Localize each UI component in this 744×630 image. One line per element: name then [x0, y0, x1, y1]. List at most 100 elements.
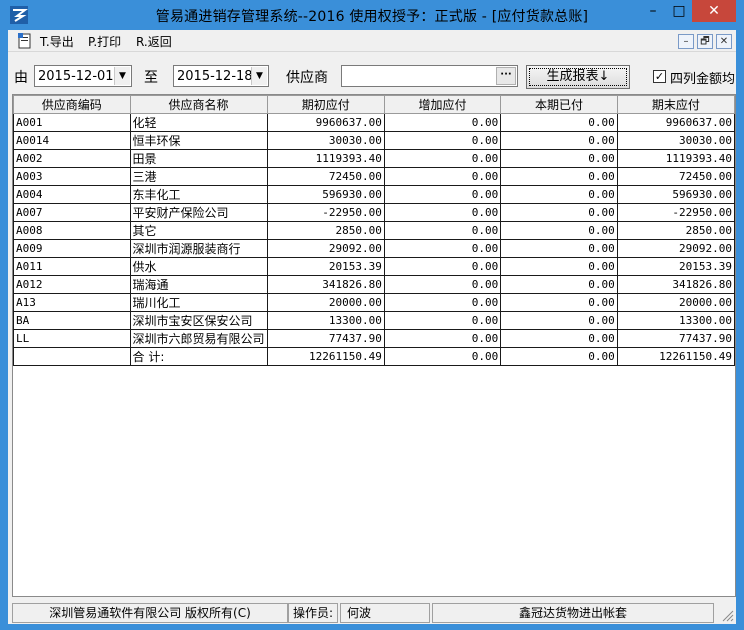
total-paid[interactable]: 0.00	[500, 347, 618, 366]
total-added-payable[interactable]: 0.00	[383, 347, 502, 366]
cell-closing-payable[interactable]: 13300.00	[616, 311, 735, 330]
cell-closing-payable[interactable]: 30030.00	[616, 131, 735, 150]
cell-supplier-name[interactable]: 深圳市六郎贸易有限公司	[129, 329, 268, 348]
cell-closing-payable[interactable]: 9960637.00	[616, 113, 735, 132]
cell-supplier-name[interactable]: 瑞川化工	[129, 293, 268, 312]
cell-closing-payable[interactable]: 29092.00	[616, 239, 735, 258]
cell-added-payable[interactable]: 0.00	[383, 239, 502, 258]
cell-added-payable[interactable]: 0.00	[383, 203, 502, 222]
table-row[interactable]: A008 其它 2850.00 0.00 0.00 2850.00	[13, 221, 735, 240]
cell-opening-payable[interactable]: 1119393.40	[266, 149, 385, 168]
cell-supplier-name[interactable]: 平安财产保险公司	[129, 203, 268, 222]
cell-paid[interactable]: 0.00	[500, 239, 618, 258]
cell-supplier-name[interactable]: 田景	[129, 149, 268, 168]
cell-added-payable[interactable]: 0.00	[383, 275, 502, 294]
cell-closing-payable[interactable]: -22950.00	[616, 203, 735, 222]
supplier-input[interactable]: ···	[341, 65, 518, 87]
column-header-supplier-name[interactable]: 供应商名称	[129, 95, 268, 114]
cell-supplier-code[interactable]: BA	[13, 311, 131, 330]
mdi-close-button[interactable]: ✕	[716, 34, 732, 49]
cell-added-payable[interactable]: 0.00	[383, 329, 502, 348]
cell-paid[interactable]: 0.00	[500, 257, 618, 276]
cell-paid[interactable]: 0.00	[500, 329, 618, 348]
cell-added-payable[interactable]: 0.00	[383, 311, 502, 330]
cell-supplier-code[interactable]: A012	[13, 275, 131, 294]
cell-supplier-name[interactable]: 三港	[129, 167, 268, 186]
column-header-paid[interactable]: 本期已付	[500, 95, 618, 114]
cell-paid[interactable]: 0.00	[500, 311, 618, 330]
cell-closing-payable[interactable]: 72450.00	[616, 167, 735, 186]
cell-opening-payable[interactable]: 20000.00	[266, 293, 385, 312]
column-header-added-payable[interactable]: 增加应付	[383, 95, 502, 114]
cell-supplier-code[interactable]: A008	[13, 221, 131, 240]
cell-opening-payable[interactable]: -22950.00	[266, 203, 385, 222]
cell-opening-payable[interactable]: 2850.00	[266, 221, 385, 240]
resize-grip-icon[interactable]	[720, 608, 734, 622]
cell-opening-payable[interactable]: 9960637.00	[266, 113, 385, 132]
cell-supplier-code[interactable]: A13	[13, 293, 131, 312]
to-date-combo[interactable]: 2015-12-18 ▼	[173, 65, 269, 87]
cell-closing-payable[interactable]: 2850.00	[616, 221, 735, 240]
cell-opening-payable[interactable]: 596930.00	[266, 185, 385, 204]
cell-supplier-name[interactable]: 瑞海通	[129, 275, 268, 294]
cell-supplier-code[interactable]: A004	[13, 185, 131, 204]
cell-paid[interactable]: 0.00	[500, 203, 618, 222]
column-header-supplier-code[interactable]: 供应商编码	[13, 95, 131, 114]
chevron-down-icon[interactable]: ▼	[251, 67, 267, 85]
table-row[interactable]: LL 深圳市六郎贸易有限公司 77437.90 0.00 0.00 77437.90	[13, 329, 735, 348]
cell-paid[interactable]: 0.00	[500, 221, 618, 240]
cell-supplier-code[interactable]: A011	[13, 257, 131, 276]
four-columns-checkbox[interactable]: ✓	[653, 70, 666, 83]
mdi-minimize-button[interactable]: –	[678, 34, 694, 49]
cell-added-payable[interactable]: 0.00	[383, 293, 502, 312]
table-row[interactable]: A009 深圳市润源服装商行 29092.00 0.00 0.00 29092.00	[13, 239, 735, 258]
cell-supplier-name[interactable]: 东丰化工	[129, 185, 268, 204]
cell-supplier-name[interactable]: 恒丰环保	[129, 131, 268, 150]
cell-added-payable[interactable]: 0.00	[383, 131, 502, 150]
cell-supplier-name[interactable]: 其它	[129, 221, 268, 240]
from-date-combo[interactable]: 2015-12-01 ▼	[34, 65, 132, 87]
cell-supplier-code[interactable]: A007	[13, 203, 131, 222]
column-header-opening-payable[interactable]: 期初应付	[266, 95, 385, 114]
cell-supplier-name[interactable]: 化轻	[129, 113, 268, 132]
cell-supplier-name[interactable]: 供水	[129, 257, 268, 276]
cell-added-payable[interactable]: 0.00	[383, 257, 502, 276]
maximize-button[interactable]: □	[666, 0, 692, 22]
total-supplier-name[interactable]: 合 计:	[129, 347, 268, 366]
close-button[interactable]: ✕	[692, 0, 736, 22]
cell-paid[interactable]: 0.00	[500, 167, 618, 186]
cell-added-payable[interactable]: 0.00	[383, 185, 502, 204]
cell-closing-payable[interactable]: 20153.39	[616, 257, 735, 276]
cell-added-payable[interactable]: 0.00	[383, 221, 502, 240]
cell-supplier-name[interactable]: 深圳市润源服装商行	[129, 239, 268, 258]
menu-export[interactable]: T.导出	[40, 33, 74, 50]
cell-closing-payable[interactable]: 20000.00	[616, 293, 735, 312]
cell-paid[interactable]: 0.00	[500, 131, 618, 150]
cell-paid[interactable]: 0.00	[500, 149, 618, 168]
cell-paid[interactable]: 0.00	[500, 293, 618, 312]
table-row[interactable]: A011 供水 20153.39 0.00 0.00 20153.39	[13, 257, 735, 276]
table-row[interactable]: A0014 恒丰环保 30030.00 0.00 0.00 30030.00	[13, 131, 735, 150]
cell-paid[interactable]: 0.00	[500, 113, 618, 132]
cell-opening-payable[interactable]: 29092.00	[266, 239, 385, 258]
cell-opening-payable[interactable]: 20153.39	[266, 257, 385, 276]
table-row[interactable]: BA 深圳市宝安区保安公司 13300.00 0.00 0.00 13300.00	[13, 311, 735, 330]
cell-added-payable[interactable]: 0.00	[383, 167, 502, 186]
table-row[interactable]: A004 东丰化工 596930.00 0.00 0.00 596930.00	[13, 185, 735, 204]
cell-opening-payable[interactable]: 341826.80	[266, 275, 385, 294]
table-row[interactable]: A007 平安财产保险公司 -22950.00 0.00 0.00 -22950.00	[13, 203, 735, 222]
cell-added-payable[interactable]: 0.00	[383, 149, 502, 168]
cell-closing-payable[interactable]: 1119393.40	[616, 149, 735, 168]
cell-paid[interactable]: 0.00	[500, 185, 618, 204]
cell-opening-payable[interactable]: 30030.00	[266, 131, 385, 150]
cell-supplier-code[interactable]: A001	[13, 113, 131, 132]
cell-closing-payable[interactable]: 341826.80	[616, 275, 735, 294]
ledger-table-container[interactable]: 供应商编码 供应商名称 期初应付 增加应付 本期已付 期末应付 A001 化轻 99…	[12, 94, 736, 597]
chevron-down-icon[interactable]: ▼	[114, 67, 130, 85]
table-row[interactable]: A003 三港 72450.00 0.00 0.00 72450.00	[13, 167, 735, 186]
browse-button[interactable]: ···	[496, 67, 516, 85]
table-row[interactable]: A012 瑞海通 341826.80 0.00 0.00 341826.80	[13, 275, 735, 294]
table-row[interactable]: A002 田景 1119393.40 0.00 0.00 1119393.40	[13, 149, 735, 168]
table-total-row[interactable]: 合 计: 12261150.49 0.00 0.00 12261150.49	[13, 347, 735, 366]
cell-supplier-code[interactable]: A009	[13, 239, 131, 258]
